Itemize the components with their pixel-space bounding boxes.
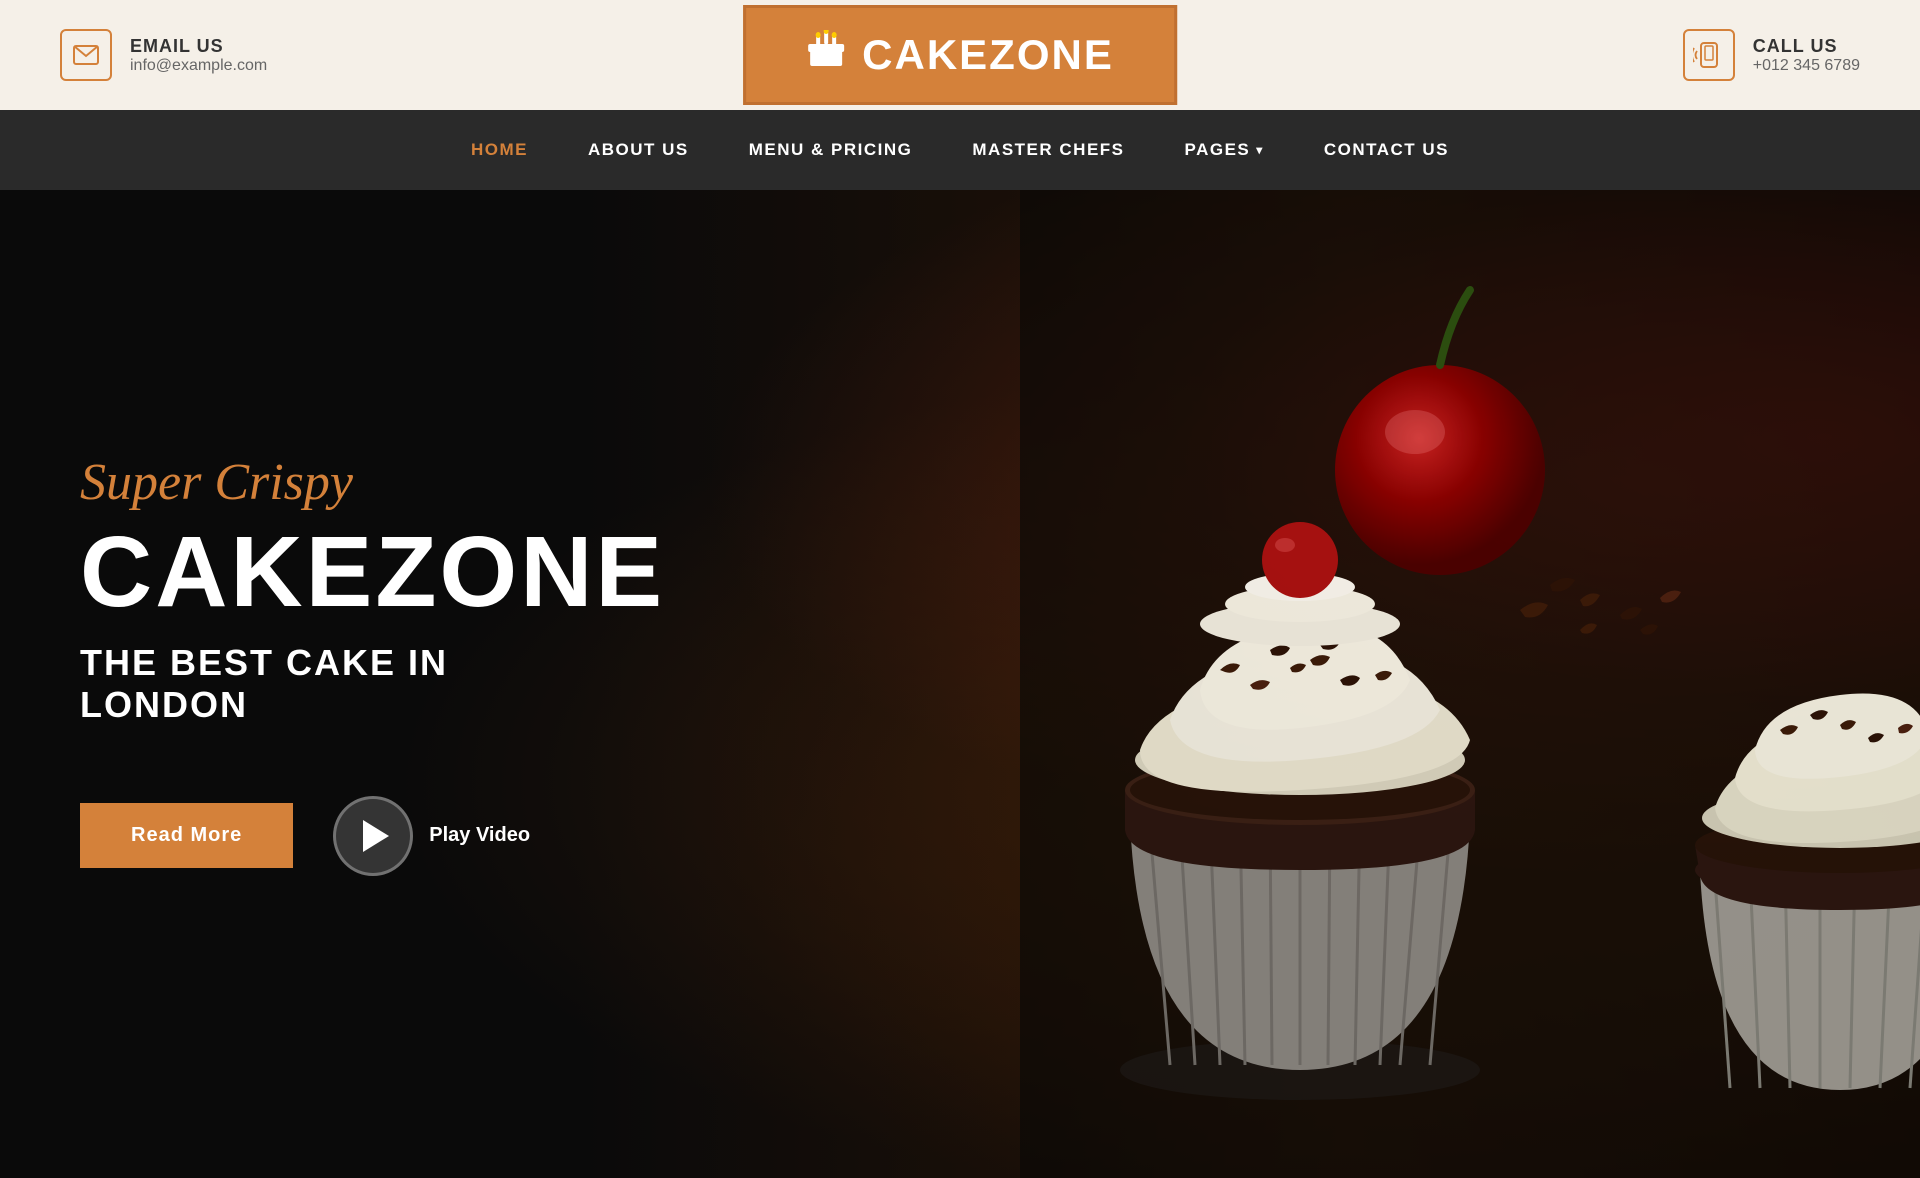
phone-text: CALL US +012 345 6789 xyxy=(1753,36,1860,75)
phone-contact: CALL US +012 345 6789 xyxy=(1683,29,1860,81)
play-video-label: Play Video xyxy=(429,824,530,847)
hero-title: CAKEZONE xyxy=(80,522,600,622)
email-label: EMAIL US xyxy=(130,36,267,57)
pages-dropdown-arrow: ▾ xyxy=(1256,143,1264,157)
play-circle xyxy=(333,796,413,876)
logo[interactable]: CAKEZONE xyxy=(743,5,1177,105)
email-value: info@example.com xyxy=(130,57,267,75)
hero-subtitle: Super Crispy xyxy=(80,453,600,512)
email-contact: EMAIL US info@example.com xyxy=(60,29,267,81)
nav-home[interactable]: HOME xyxy=(471,130,528,170)
hero-content: Super Crispy CAKEZONE THE BEST CAKE IN L… xyxy=(0,190,600,1178)
call-label: CALL US xyxy=(1753,36,1860,57)
email-text: EMAIL US info@example.com xyxy=(130,36,267,75)
call-value: +012 345 6789 xyxy=(1753,57,1860,75)
email-icon xyxy=(60,29,112,81)
cake-icon xyxy=(806,30,846,80)
read-more-button[interactable]: Read More xyxy=(80,803,293,868)
navigation: HOME ABOUT US MENU & PRICING MASTER CHEF… xyxy=(0,110,1920,190)
top-bar: EMAIL US info@example.com CAKEZONE xyxy=(0,0,1920,110)
nav-about[interactable]: ABOUT US xyxy=(588,130,689,170)
hero-buttons: Read More Play Video xyxy=(80,796,600,876)
nav-chefs[interactable]: MASTER CHEFS xyxy=(972,130,1124,170)
hero-section: Super Crispy CAKEZONE THE BEST CAKE IN L… xyxy=(0,190,1920,1178)
phone-icon xyxy=(1683,29,1735,81)
logo-text: CAKEZONE xyxy=(862,31,1114,79)
nav-menu[interactable]: MENU & PRICING xyxy=(749,130,913,170)
nav-contact[interactable]: CONTACT US xyxy=(1324,130,1449,170)
hero-tagline: THE BEST CAKE IN LONDON xyxy=(80,642,600,726)
play-video-button[interactable]: Play Video xyxy=(333,796,530,876)
hero-image xyxy=(820,190,1920,1178)
nav-pages[interactable]: PAGES ▾ xyxy=(1185,130,1264,170)
play-triangle-icon xyxy=(363,820,389,852)
